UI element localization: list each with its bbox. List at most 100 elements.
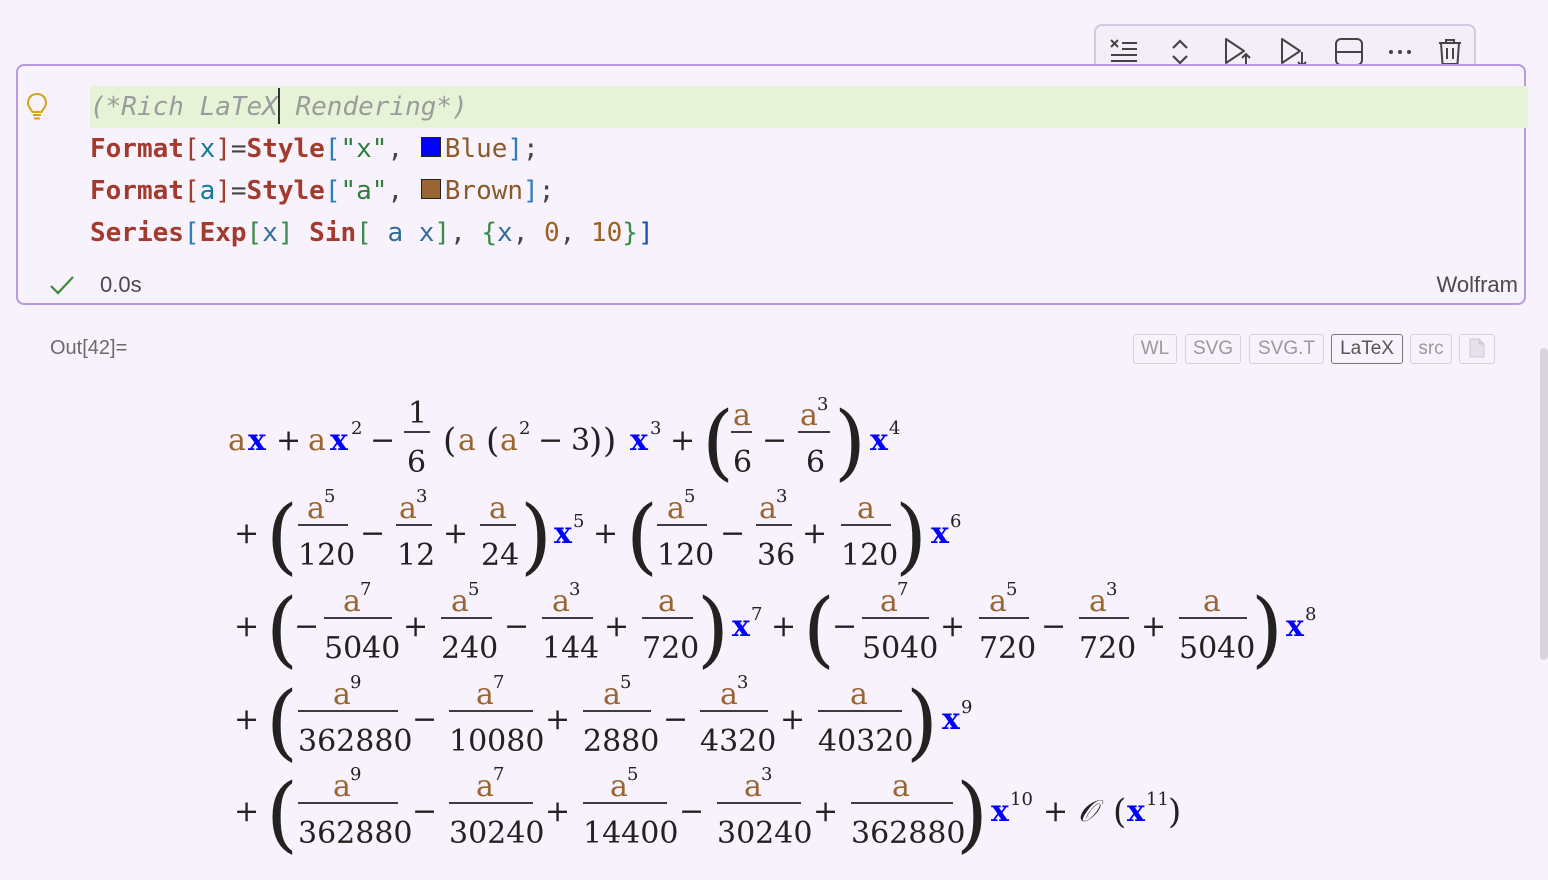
math-exp: 5	[684, 486, 695, 507]
math-var-a: a	[500, 423, 518, 458]
math-exp: 2	[519, 418, 530, 439]
math-num: a	[399, 491, 417, 526]
math-num: a	[603, 677, 621, 712]
math-exp: 9	[961, 697, 972, 718]
math-op: +	[670, 423, 695, 458]
math-op: +	[780, 702, 805, 737]
math-op: −	[360, 516, 385, 551]
math-exp: 7	[493, 672, 504, 693]
math-op: −	[762, 423, 787, 458]
math-num: a	[850, 677, 868, 712]
math-den: 14400	[583, 816, 678, 851]
math-var-x: x	[630, 423, 649, 458]
math-den: 5040	[324, 631, 400, 666]
math-var-x: x	[554, 516, 573, 551]
math-den: 120	[657, 538, 714, 573]
math-num: a	[880, 584, 898, 619]
math-den: 362880	[851, 816, 966, 851]
math-den: 120	[841, 538, 898, 573]
math-paren: )	[697, 582, 729, 677]
math-op: −	[412, 702, 437, 737]
math-op: +	[593, 516, 618, 551]
math-var-x: x	[330, 423, 349, 458]
math-num: a	[610, 769, 628, 804]
math-exp: 5	[573, 511, 584, 532]
math-den: 6	[733, 445, 752, 480]
math-den: 2880	[583, 724, 659, 759]
math-num: a	[451, 584, 469, 619]
math-num: a	[989, 584, 1007, 619]
math-exp: 11	[1146, 789, 1169, 810]
math-var-x: x	[942, 702, 961, 737]
math-den: 144	[542, 631, 599, 666]
math-paren: (	[443, 421, 456, 461]
math-op: +	[813, 794, 838, 829]
math-exp: 3	[416, 486, 427, 507]
math-paren: )	[834, 395, 866, 490]
math-exp: 7	[751, 604, 762, 625]
math-num: a	[658, 584, 676, 619]
math-exp: 3	[650, 418, 661, 439]
math-exp: 7	[360, 579, 371, 600]
math-den: 120	[298, 538, 355, 573]
math-paren: (	[486, 421, 499, 461]
math-paren: (	[266, 675, 298, 770]
math-exp: 3	[569, 579, 580, 600]
math-den: 30240	[717, 816, 812, 851]
math-den: 24	[481, 538, 519, 573]
math-den: 10080	[449, 724, 544, 759]
math-num: a	[333, 677, 351, 712]
math-paren: )	[520, 489, 552, 584]
math-op: −	[720, 516, 745, 551]
math-exp: 3	[1106, 579, 1117, 600]
math-den: 4320	[700, 724, 776, 759]
math-paren: (	[266, 489, 298, 584]
math-op: +	[940, 609, 965, 644]
math-num: a	[720, 677, 738, 712]
math-exp: 8	[1305, 604, 1316, 625]
math-exp: 9	[350, 764, 361, 785]
math-num: a	[476, 677, 494, 712]
math-num: 3	[571, 423, 590, 458]
math-num: a	[667, 491, 685, 526]
math-num: 1	[408, 396, 427, 431]
math-den: 36	[757, 538, 795, 573]
math-exp: 6	[950, 511, 961, 532]
math-paren: )	[956, 767, 988, 862]
math-den: 6	[806, 445, 825, 480]
math-paren: (	[266, 767, 298, 862]
math-exp: 5	[627, 764, 638, 785]
math-num: a	[744, 769, 762, 804]
math-num: a	[333, 769, 351, 804]
math-op: +	[443, 516, 468, 551]
math-exp: 9	[350, 672, 361, 693]
math-op: +	[802, 516, 827, 551]
math-den: 40320	[818, 724, 913, 759]
math-op: +	[234, 609, 259, 644]
math-exp: 5	[1006, 579, 1017, 600]
math-den: 362880	[298, 816, 413, 851]
math-var-x: x	[1127, 794, 1146, 829]
math-var-x: x	[991, 794, 1010, 829]
math-paren: )	[1251, 582, 1283, 677]
math-paren: )	[589, 421, 602, 461]
math-exp: 3	[761, 764, 772, 785]
math-num: a	[552, 584, 570, 619]
math-paren: (	[626, 489, 658, 584]
math-var-a: a	[308, 423, 326, 458]
math-num: a	[343, 584, 361, 619]
math-op: +	[771, 609, 796, 644]
math-num: a	[476, 769, 494, 804]
math-paren: (	[803, 582, 835, 677]
math-den: 6	[407, 445, 426, 480]
math-exp: 7	[897, 579, 908, 600]
math-paren: (	[702, 395, 734, 490]
math-var-a: a	[228, 423, 246, 458]
math-op: +	[276, 423, 301, 458]
math-num: a	[733, 398, 751, 433]
math-num: a	[759, 491, 777, 526]
math-den: 240	[441, 631, 498, 666]
math-var-x: x	[248, 423, 267, 458]
math-exp: 5	[620, 672, 631, 693]
math-op: −	[663, 702, 688, 737]
